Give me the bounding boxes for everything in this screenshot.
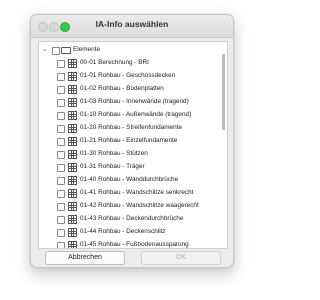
grid-icon (68, 189, 77, 198)
tree-item-label: 01-44 Rohbau - Deckenschlitz (80, 228, 166, 235)
tree-item-label: 01-42 Rohbau - Wandschlitze waagerecht (80, 202, 199, 209)
tree-item[interactable]: 01-40 Rohbau - Wanddurchbrüche (39, 174, 219, 186)
tree-item[interactable]: 01-20 Rohbau - Streifenfundamente (39, 122, 219, 134)
element-group-icon (61, 47, 71, 54)
item-checkbox[interactable] (57, 177, 65, 185)
grid-icon (68, 150, 77, 159)
item-checkbox[interactable] (57, 229, 65, 237)
item-checkbox[interactable] (57, 242, 65, 248)
tree-item-label: 01-40 Rohbau - Wanddurchbrüche (80, 176, 179, 183)
ok-button[interactable]: OK (141, 251, 221, 265)
tree-item[interactable]: 01-10 Rohbau - Außenwände (tragend) (39, 109, 219, 121)
grid-icon (68, 111, 77, 120)
tree-item[interactable]: 01-02 Rohbau - Bodenplatten (39, 83, 219, 95)
root-checkbox[interactable] (52, 47, 60, 55)
tree-item-label: 01-01 Rohbau - Geschossdecken (80, 72, 176, 79)
title-bar: IA-Info auswählen (31, 15, 233, 38)
tree-item[interactable]: 01-43 Rohbau - Deckendurchbrüche (39, 213, 219, 225)
dialog-window: IA-Info auswählen ⌄ Elemente 00-01 Berec… (30, 14, 234, 268)
item-checkbox[interactable] (57, 99, 65, 107)
grid-icon (68, 241, 77, 248)
chevron-down-icon[interactable]: ⌄ (42, 46, 50, 54)
tree-item[interactable]: 01-44 Rohbau - Deckenschlitz (39, 226, 219, 238)
item-checkbox[interactable] (57, 125, 65, 133)
tree-item-label: 01-30 Rohbau - Stützen (80, 150, 148, 157)
window-title: IA-Info auswählen (95, 19, 169, 29)
grid-icon (68, 176, 77, 185)
grid-icon (68, 202, 77, 211)
tree-item-label: 01-31 Rohbau - Träger (80, 163, 145, 170)
tree-panel[interactable]: ⌄ Elemente 00-01 Berechnung - BRI 01-01 … (38, 41, 228, 249)
tree-item-label: 01-02 Rohbau - Bodenplatten (80, 85, 164, 92)
tree-item-label: 01-21 Rohbau - Einzelfundamente (80, 137, 178, 144)
grid-icon (68, 98, 77, 107)
grid-icon (68, 228, 77, 237)
tree-item[interactable]: 00-01 Berechnung - BRI (39, 57, 219, 69)
tree-item-label: 01-45 Rohbau - Fußbodenaussparung (80, 241, 189, 248)
item-checkbox[interactable] (57, 190, 65, 198)
grid-icon (68, 137, 77, 146)
tree-item-label: 01-03 Rohbau - Innenwände (tragend) (80, 98, 189, 105)
vertical-scrollbar[interactable] (222, 44, 226, 244)
tree-item-label: 01-41 Rohbau - Wandschlitze senkrecht (80, 189, 194, 196)
item-checkbox[interactable] (57, 60, 65, 68)
grid-icon (68, 163, 77, 172)
tree-item[interactable]: 01-21 Rohbau - Einzelfundamente (39, 135, 219, 147)
grid-icon (68, 124, 77, 133)
tree-item[interactable]: 01-01 Rohbau - Geschossdecken (39, 70, 219, 82)
item-checkbox[interactable] (57, 86, 65, 94)
tree-item[interactable]: 01-42 Rohbau - Wandschlitze waagerecht (39, 200, 219, 212)
tree-root-label: Elemente (73, 46, 100, 53)
grid-icon (68, 215, 77, 224)
item-checkbox[interactable] (57, 203, 65, 211)
item-checkbox[interactable] (57, 151, 65, 159)
item-checkbox[interactable] (57, 216, 65, 224)
tree-item[interactable]: 01-41 Rohbau - Wandschlitze senkrecht (39, 187, 219, 199)
tree-item[interactable]: 01-30 Rohbau - Stützen (39, 148, 219, 160)
tree-item-label: 01-43 Rohbau - Deckendurchbrüche (80, 215, 184, 222)
item-checkbox[interactable] (57, 112, 65, 120)
tree-item-label: 01-10 Rohbau - Außenwände (tragend) (80, 111, 192, 118)
tree-root-row[interactable]: ⌄ Elemente (39, 44, 219, 56)
grid-icon (68, 72, 77, 81)
item-checkbox[interactable] (57, 164, 65, 172)
grid-icon (68, 85, 77, 94)
tree-item[interactable]: 01-45 Rohbau - Fußbodenaussparung (39, 239, 219, 248)
grid-icon (68, 59, 77, 68)
tree-item[interactable]: 01-31 Rohbau - Träger (39, 161, 219, 173)
tree-item-label: 01-20 Rohbau - Streifenfundamente (80, 124, 182, 131)
scrollbar-thumb[interactable] (222, 54, 225, 130)
cancel-button[interactable]: Abbrechen (45, 251, 125, 265)
item-checkbox[interactable] (57, 138, 65, 146)
item-checkbox[interactable] (57, 73, 65, 81)
tree-item-label: 00-01 Berechnung - BRI (80, 59, 149, 66)
tree-item[interactable]: 01-03 Rohbau - Innenwände (tragend) (39, 96, 219, 108)
